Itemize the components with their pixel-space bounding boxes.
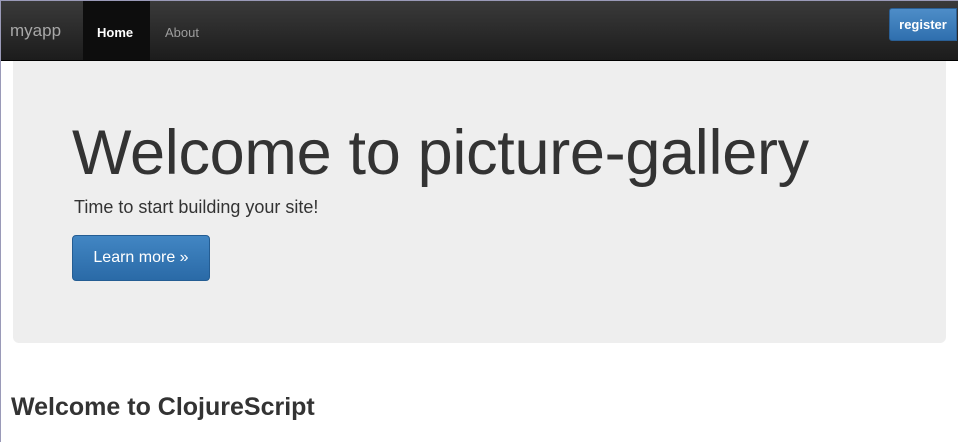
register-button[interactable]: register <box>889 8 957 41</box>
nav-item-home-label: Home <box>97 25 134 40</box>
top-navbar: myapp Home About register <box>1 1 958 61</box>
app-window: myapp Home About register Welcome to pic… <box>0 0 958 442</box>
jumbotron-title: Welcome to picture-gallery <box>72 118 809 188</box>
jumbotron: Welcome to picture-gallery Time to start… <box>13 61 946 343</box>
brand-link[interactable]: myapp <box>10 21 61 41</box>
learn-more-button[interactable]: Learn more » <box>72 235 210 281</box>
nav-item-home[interactable]: Home <box>83 1 150 60</box>
section-heading: Welcome to ClojureScript <box>11 393 315 421</box>
nav-item-about[interactable]: About <box>165 25 199 41</box>
jumbotron-subtitle: Time to start building your site! <box>74 197 319 217</box>
